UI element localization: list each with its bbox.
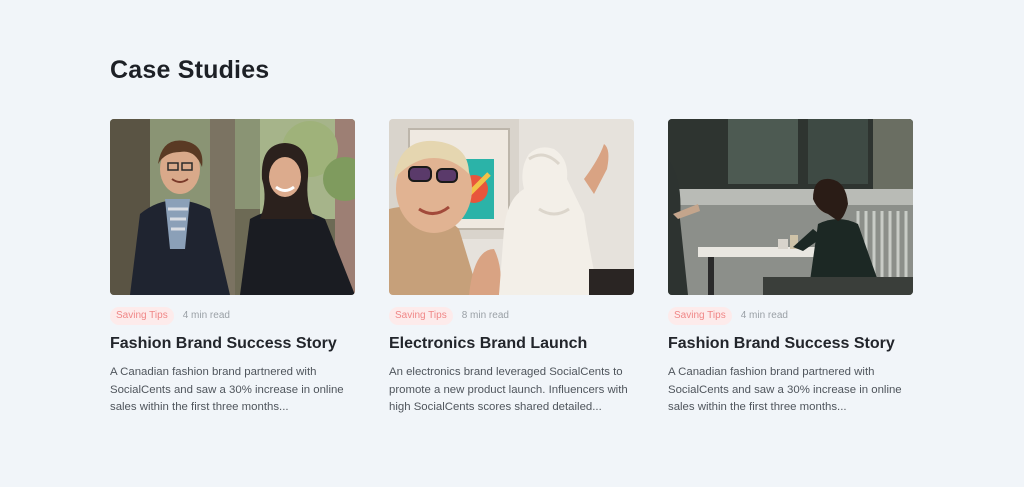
card-description: A Canadian fashion brand partnered with … — [110, 366, 344, 413]
read-time: 8 min read — [461, 310, 509, 321]
cafe-table-photo[interactable] — [668, 119, 913, 295]
card-description: A Canadian fashion brand partnered with … — [668, 366, 902, 413]
read-time: 4 min read — [740, 310, 788, 321]
section-title: Case Studies — [110, 56, 270, 84]
card-title[interactable]: Fashion Brand Success Story — [668, 334, 913, 354]
category-tag[interactable]: Saving Tips — [668, 306, 732, 325]
case-study-card[interactable]: Saving Tips 4 min read Fashion Brand Suc… — [110, 119, 355, 417]
read-time: 4 min read — [182, 310, 230, 321]
two-people-outdoors-photo[interactable] — [110, 119, 355, 295]
card-title[interactable]: Electronics Brand Launch — [389, 334, 634, 354]
case-studies-list: Saving Tips 4 min read Fashion Brand Suc… — [110, 119, 913, 417]
case-study-card[interactable]: Saving Tips 8 min read Electronics Brand… — [389, 119, 634, 417]
category-tag[interactable]: Saving Tips — [110, 306, 174, 325]
category-tag[interactable]: Saving Tips — [389, 306, 453, 325]
case-study-card[interactable]: Saving Tips 4 min read Fashion Brand Suc… — [668, 119, 913, 417]
card-title[interactable]: Fashion Brand Success Story — [110, 334, 355, 354]
woman-with-sculpture-photo[interactable] — [389, 119, 634, 295]
card-description: An electronics brand leveraged SocialCen… — [389, 366, 628, 413]
